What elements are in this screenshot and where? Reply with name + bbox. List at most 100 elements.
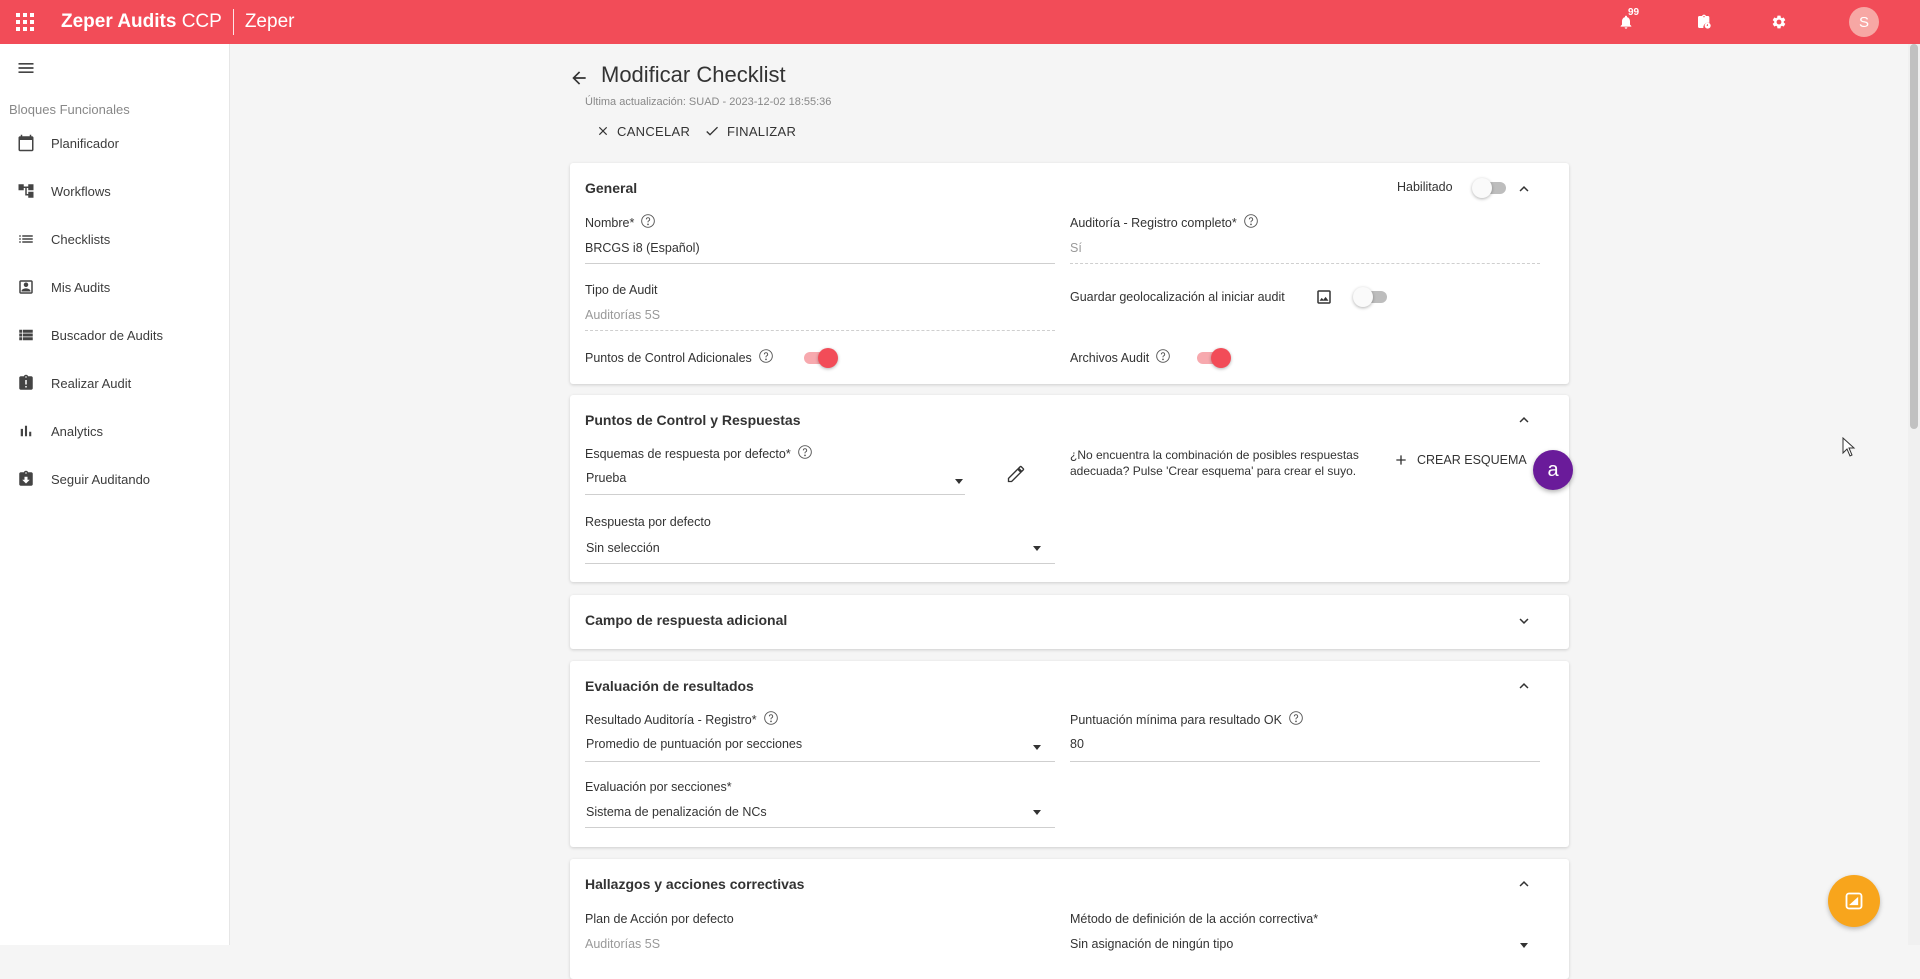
sidebar-item-label: Workflows (51, 183, 111, 199)
tipo-label: Tipo de Audit (585, 283, 658, 297)
back-arrow-icon[interactable] (569, 68, 589, 88)
plan-field: Auditorías 5S (585, 937, 661, 951)
gear-icon (1772, 15, 1786, 29)
avatar[interactable]: S (1849, 7, 1879, 37)
sidebar-item-realizar-audit[interactable]: Realizar Audit (0, 363, 229, 403)
puntuacion-input[interactable]: 80 (1070, 737, 1084, 751)
sidebar-item-mis-audits[interactable]: Mis Audits (0, 267, 229, 307)
workflow-icon (16, 181, 36, 201)
metodo-select[interactable]: Sin asignación de ningún tipo (1070, 937, 1233, 951)
chevron-up-icon[interactable] (1515, 875, 1533, 893)
puntos-toggle[interactable] (802, 346, 838, 368)
help-circle-icon[interactable] (1288, 710, 1304, 729)
dropdown-arrow-icon[interactable] (1033, 745, 1041, 750)
help-circle-icon[interactable] (1155, 348, 1171, 367)
calendar-icon (16, 133, 36, 153)
archivos-toggle[interactable] (1195, 346, 1231, 368)
puntos-control-card: Puntos de Control y Respuestas Esquemas … (570, 395, 1569, 582)
registro-underline (1070, 263, 1540, 264)
geo-toggle[interactable] (1353, 285, 1389, 307)
sidebar-item-label: Seguir Auditando (51, 471, 151, 487)
sidebar: Bloques Funcionales Planificador Workflo… (0, 44, 230, 945)
notifications-button[interactable]: 99 (1614, 7, 1639, 34)
tipo-field: Auditorías 5S (585, 308, 661, 322)
esquemas-label: Esquemas de respuesta por defecto* (585, 444, 813, 463)
campo-adicional-card[interactable]: Campo de respuesta adicional (570, 595, 1569, 649)
chevron-up-icon[interactable] (1515, 180, 1533, 198)
sidebar-item-label: Analytics (51, 423, 104, 439)
bar-chart-icon (16, 421, 36, 441)
chat-fab[interactable] (1828, 875, 1880, 927)
chevron-down-icon[interactable] (1515, 612, 1533, 630)
puntos-label: Puntos de Control Adicionales (585, 348, 774, 367)
chevron-up-icon[interactable] (1515, 411, 1533, 429)
sidebar-item-checklists[interactable]: Checklists (0, 219, 229, 259)
esquemas-select[interactable]: Prueba (586, 471, 626, 485)
check-icon (706, 126, 718, 136)
assistant-fab[interactable]: a (1533, 450, 1573, 490)
list-icon (16, 229, 36, 249)
plan-label: Plan de Acción por defecto (585, 912, 734, 926)
brand[interactable]: Zeper Audits CCP Zeper (61, 9, 294, 35)
crear-esquema-hint: ¿No encuentra la combinación de posibles… (1070, 448, 1359, 478)
sidebar-item-analytics[interactable]: Analytics (0, 411, 229, 451)
help-circle-icon[interactable] (1243, 213, 1259, 232)
dropdown-arrow-icon[interactable] (955, 479, 963, 484)
image-icon[interactable] (1315, 288, 1333, 311)
clipboard-clock-button[interactable] (1692, 10, 1716, 34)
puntuacion-label: Puntuación mínima para resultado OK (1070, 710, 1304, 729)
chevron-up-icon[interactable] (1515, 677, 1533, 695)
sidebar-item-buscador-de-audits[interactable]: Buscador de Audits (0, 315, 229, 355)
card-title-puntos: Puntos de Control y Respuestas (585, 412, 801, 428)
cancel-button[interactable]: CANCELAR (596, 121, 690, 141)
hamburger-menu-icon[interactable] (16, 58, 40, 82)
nombre-label: Nombre* (585, 213, 656, 232)
close-icon (598, 126, 608, 136)
sidebar-item-label: Buscador de Audits (51, 327, 164, 343)
tipo-underline (585, 330, 1055, 331)
page-title: Modificar Checklist (601, 62, 786, 87)
registro-label: Auditoría - Registro completo* (1070, 213, 1259, 232)
general-card: General Habilitado Nombre* BRCGS i8 (Esp… (570, 163, 1569, 384)
secciones-select[interactable]: Sistema de penalización de NCs (586, 805, 767, 819)
finish-button[interactable]: FINALIZAR (704, 121, 796, 141)
dropdown-arrow-icon[interactable] (1033, 810, 1041, 815)
clipboard-download-icon (16, 469, 36, 489)
settings-button[interactable] (1767, 10, 1791, 34)
help-circle-icon[interactable] (797, 444, 813, 463)
last-update-text: Última actualización: SUAD - 2023-12-02 … (585, 96, 832, 108)
enabled-toggle[interactable] (1472, 176, 1508, 198)
metodo-label: Método de definición de la acción correc… (1070, 912, 1319, 926)
cancel-label: CANCELAR (617, 123, 691, 139)
sidebar-item-label: Planificador (51, 135, 119, 151)
crear-esquema-button[interactable]: CREAR ESQUEMA (1393, 452, 1527, 468)
card-title-hallazgos: Hallazgos y acciones correctivas (585, 876, 805, 892)
card-title-campo: Campo de respuesta adicional (585, 612, 788, 628)
help-circle-icon[interactable] (640, 213, 656, 232)
org-name: Zeper (244, 11, 295, 32)
nombre-field[interactable]: BRCGS i8 (Español) (585, 241, 700, 255)
apps-grid-icon[interactable] (0, 0, 50, 44)
finish-label: FINALIZAR (727, 123, 797, 139)
help-circle-icon[interactable] (758, 348, 774, 367)
dropdown-arrow-icon[interactable] (1033, 546, 1041, 551)
respuesta-select[interactable]: Sin selección (586, 541, 660, 555)
page-scrollbar[interactable] (1908, 44, 1920, 945)
respuesta-underline (585, 563, 1055, 564)
sidebar-item-label: Mis Audits (51, 279, 111, 295)
clipboard-clock-icon (1698, 14, 1711, 29)
resultado-label: Resultado Auditoría - Registro* (585, 710, 779, 729)
dropdown-arrow-icon[interactable] (1520, 943, 1528, 948)
enabled-label: Habilitado (1397, 180, 1453, 194)
registro-field: Sí (1070, 241, 1082, 255)
sidebar-item-seguir-auditando[interactable]: Seguir Auditando (0, 459, 229, 499)
resultado-select[interactable]: Promedio de puntuación por secciones (586, 737, 802, 751)
sidebar-item-planificador[interactable]: Planificador (0, 123, 229, 163)
sidebar-item-workflows[interactable]: Workflows (0, 171, 229, 211)
chat-icon (1845, 892, 1863, 910)
sidebar-item-label: Checklists (51, 231, 111, 247)
help-circle-icon[interactable] (763, 710, 779, 729)
clipboard-alert-icon (16, 373, 36, 393)
pencil-icon[interactable] (1006, 464, 1026, 489)
puntuacion-underline (1070, 761, 1540, 762)
